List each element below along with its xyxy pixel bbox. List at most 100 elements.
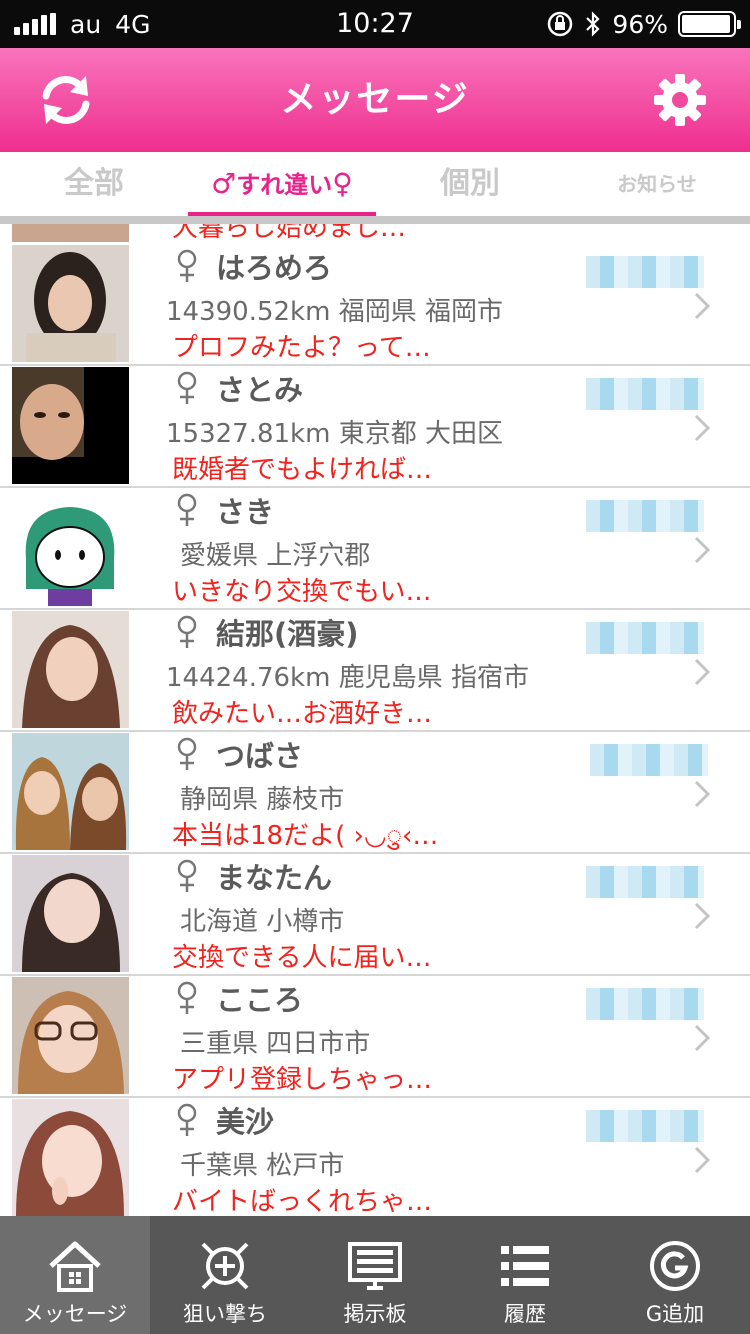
avatar: [12, 489, 129, 606]
list-item[interactable]: まなたん 北海道 小樽市 交換できる人に届い…: [0, 854, 750, 976]
male-icon: ♂: [211, 167, 237, 200]
bluetooth-icon: [586, 11, 600, 37]
avatar: [12, 224, 129, 242]
tab-individual-label: 個別: [440, 166, 500, 201]
timestamp-blurred: [586, 622, 704, 654]
female-icon: [177, 737, 197, 770]
user-location: 北海道 小樽市: [180, 907, 345, 937]
list-item[interactable]: さとみ 15327.81km 東京都 大田区 既婚者でもよければ…: [0, 366, 750, 488]
nav-history[interactable]: 履歴: [450, 1216, 600, 1334]
tab-bar: 全部 ♂すれ違い♀ 個別 お知らせ: [0, 152, 750, 218]
bottom-nav: メッセージ 狙い撃ち 掲示板 履歴 G追加: [0, 1216, 750, 1334]
g-circle-icon: [650, 1241, 700, 1291]
tab-notice-label: お知らせ: [617, 172, 697, 196]
message-preview: 既婚者でもよければ…: [172, 455, 433, 485]
tab-notice[interactable]: お知らせ: [564, 152, 750, 216]
female-icon: [177, 859, 197, 892]
page-title: メッセージ: [280, 79, 470, 120]
user-name: つばさ: [216, 739, 304, 773]
message-list[interactable]: 大暮らし始めまし… はろめろ 14390.52km 福岡県 福岡市 プロフみたよ…: [0, 224, 750, 1216]
message-preview: 交換できる人に届い…: [172, 943, 432, 973]
message-preview: 大暮らし始めまし…: [172, 224, 407, 243]
tab-all-label: 全部: [64, 166, 124, 201]
user-name: さき: [216, 495, 275, 529]
chevron-right-icon: [694, 658, 711, 686]
user-location: 14424.76km 鹿児島県 指宿市: [166, 663, 529, 693]
tab-passing[interactable]: ♂すれ違い♀: [188, 152, 376, 216]
crosshair-icon: [201, 1242, 249, 1290]
timestamp-blurred: [590, 744, 708, 776]
nav-message-label: メッセージ: [22, 1302, 128, 1326]
orientation-lock-icon: [548, 11, 573, 37]
nav-history-label: 履歴: [504, 1302, 546, 1326]
nav-message[interactable]: メッセージ: [0, 1216, 150, 1334]
avatar: [12, 977, 129, 1094]
list-item[interactable]: 大暮らし始めまし…: [0, 224, 750, 246]
avatar: [12, 855, 129, 972]
tab-individual[interactable]: 個別: [376, 152, 564, 216]
user-name: はろめろ: [216, 251, 333, 285]
female-icon: [177, 1103, 197, 1136]
home-icon: [49, 1241, 101, 1292]
tab-all[interactable]: 全部: [0, 152, 188, 216]
nav-target-label: 狙い撃ち: [183, 1302, 267, 1326]
user-name: まなたん: [216, 861, 333, 895]
timestamp-blurred: [586, 500, 704, 532]
user-location: 14390.52km 福岡県 福岡市: [166, 297, 503, 327]
app-header: メッセージ: [0, 48, 750, 152]
list-item[interactable]: こころ 三重県 四日市市 アプリ登録しちゃっ…: [0, 976, 750, 1098]
timestamp-blurred: [586, 866, 704, 898]
message-preview: プロフみたよ？って…: [172, 333, 431, 363]
female-icon: [177, 493, 197, 526]
list-item[interactable]: さき 愛媛県 上浮穴郡 いきなり交換でもい…: [0, 488, 750, 610]
board-icon: [348, 1242, 402, 1290]
gear-icon[interactable]: [650, 70, 710, 130]
chevron-right-icon: [694, 292, 711, 320]
avatar: [12, 1099, 129, 1216]
tab-passing-label: すれ違い: [236, 171, 333, 199]
nav-target[interactable]: 狙い撃ち: [150, 1216, 300, 1334]
avatar: [12, 611, 129, 728]
nav-board[interactable]: 掲示板: [300, 1216, 450, 1334]
list-item[interactable]: つばさ 静岡県 藤枝市 本当は18だよ( ›◡ु‹…: [0, 732, 750, 854]
user-location: 静岡県 藤枝市: [180, 785, 345, 815]
list-item[interactable]: 結那(酒豪) 14424.76km 鹿児島県 指宿市 飲みたい…お酒好き…: [0, 610, 750, 732]
message-preview: アプリ登録しちゃっ…: [172, 1065, 433, 1095]
avatar: [12, 245, 129, 362]
message-preview: 本当は18だよ( ›◡ु‹…: [172, 821, 439, 851]
chevron-right-icon: [694, 536, 711, 564]
nav-g-add-label: G追加: [645, 1302, 705, 1326]
message-preview: 飲みたい…お酒好き…: [172, 699, 433, 729]
list-icon: [501, 1246, 549, 1286]
user-location: 千葉県 松戸市: [180, 1151, 345, 1181]
female-icon: ♀: [332, 167, 353, 200]
user-name: 美沙: [216, 1105, 275, 1139]
user-location: 愛媛県 上浮穴郡: [180, 541, 371, 571]
chevron-right-icon: [694, 1024, 711, 1052]
list-item[interactable]: 美沙 千葉県 松戸市 バイトばっくれちゃ…: [0, 1098, 750, 1216]
list-item[interactable]: はろめろ 14390.52km 福岡県 福岡市 プロフみたよ？って…: [0, 244, 750, 366]
timestamp-blurred: [586, 1110, 704, 1142]
chevron-right-icon: [694, 902, 711, 930]
user-location: 三重県 四日市市: [180, 1029, 371, 1059]
timestamp-blurred: [586, 256, 704, 288]
chevron-right-icon: [694, 780, 711, 808]
battery-percent: 96%: [612, 9, 668, 39]
timestamp-blurred: [586, 988, 704, 1020]
chevron-right-icon: [694, 414, 711, 442]
timestamp-blurred: [586, 378, 704, 410]
user-name: 結那(酒豪): [216, 617, 359, 651]
tab-divider: [0, 216, 750, 224]
message-preview: バイトばっくれちゃ…: [172, 1187, 433, 1216]
battery-icon: [678, 11, 741, 37]
female-icon: [177, 371, 197, 404]
user-location: 15327.81km 東京都 大田区: [166, 419, 503, 449]
female-icon: [177, 981, 197, 1014]
nav-g-add[interactable]: G追加: [600, 1216, 750, 1334]
avatar: [12, 367, 129, 484]
avatar: [12, 733, 129, 850]
status-bar: au 4G 10:27 96%: [0, 0, 750, 48]
user-name: こころ: [216, 983, 304, 1017]
female-icon: [177, 615, 197, 648]
nav-board-label: 掲示板: [343, 1302, 407, 1326]
